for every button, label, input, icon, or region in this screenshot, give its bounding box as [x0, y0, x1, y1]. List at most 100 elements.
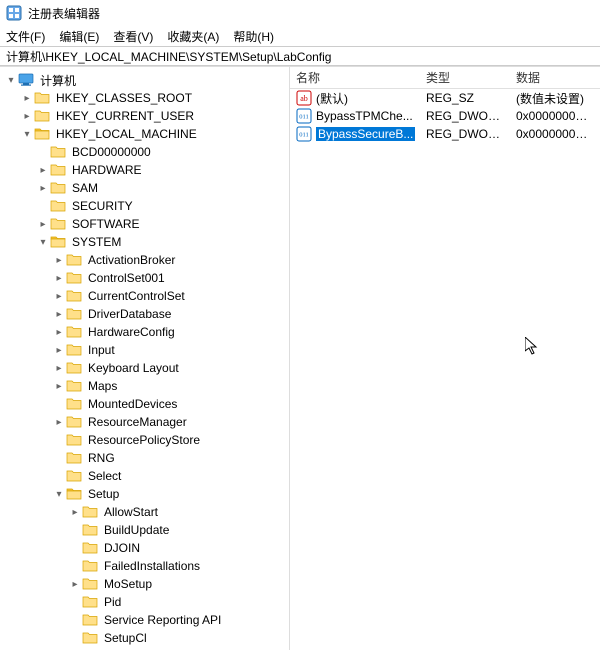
value-name: BypassTPMChe...: [316, 109, 413, 123]
tree-label: HardwareConfig: [86, 325, 177, 339]
col-header-data[interactable]: 数据: [510, 69, 600, 86]
tree-label: SECURITY: [70, 199, 135, 213]
tree-item[interactable]: ▸ SAM: [36, 179, 289, 197]
folder-icon: [82, 612, 98, 628]
tree-label: HKEY_LOCAL_MACHINE: [54, 127, 199, 141]
tree-setup[interactable]: ▾ Setup: [52, 485, 289, 503]
chevron-right-icon[interactable]: ▸: [52, 271, 66, 285]
tree-item[interactable]: Select: [52, 467, 289, 485]
tree-root-computer[interactable]: ▾ 计算机: [4, 71, 289, 89]
menu-help[interactable]: 帮助(H): [231, 28, 276, 45]
chevron-right-icon[interactable]: ▸: [68, 505, 82, 519]
tree-item[interactable]: ▸Keyboard Layout: [52, 359, 289, 377]
chevron-right-icon[interactable]: ▸: [68, 577, 82, 591]
menu-view[interactable]: 查看(V): [111, 28, 155, 45]
registry-tree[interactable]: ▾ 计算机 ▸ HKEY_CLASSES_ROOT ▸ HKEY_CURRENT…: [0, 67, 290, 650]
tree-item[interactable]: ▸ HardwareConfig: [52, 323, 289, 341]
folder-icon: [66, 378, 82, 394]
chevron-down-icon[interactable]: ▾: [4, 73, 18, 87]
chevron-right-icon[interactable]: ▸: [52, 379, 66, 393]
value-row[interactable]: BypassTPMChe...REG_DWORD0x00000001 (1): [290, 107, 600, 125]
folder-icon: [34, 108, 50, 124]
value-row[interactable]: BypassSecureB...REG_DWORD0x00000001 (1): [290, 125, 600, 143]
value-name-cell: BypassSecureB...: [290, 126, 420, 142]
tree-item[interactable]: ▸Maps: [52, 377, 289, 395]
chevron-right-icon[interactable]: ▸: [52, 361, 66, 375]
chevron-right-icon[interactable]: ▸: [20, 109, 34, 123]
tree-item[interactable]: ▸ActivationBroker: [52, 251, 289, 269]
chevron-down-icon[interactable]: ▾: [20, 127, 34, 141]
folder-icon: [66, 414, 82, 430]
col-header-type[interactable]: 类型: [420, 69, 510, 86]
tree-item[interactable]: MountedDevices: [52, 395, 289, 413]
folder-icon: [66, 342, 82, 358]
tree-item[interactable]: Service Reporting API: [68, 611, 289, 629]
tree-hkcu[interactable]: ▸ HKEY_CURRENT_USER: [20, 107, 289, 125]
tree-label: MountedDevices: [86, 397, 179, 411]
tree-item[interactable]: ResourcePolicyStore: [52, 431, 289, 449]
address-bar[interactable]: 计算机\HKEY_LOCAL_MACHINE\SYSTEM\Setup\LabC…: [0, 46, 600, 66]
tree-item[interactable]: ▸SOFTWARE: [36, 215, 289, 233]
chevron-right-icon[interactable]: ▸: [52, 253, 66, 267]
chevron-right-icon[interactable]: ▸: [20, 91, 34, 105]
tree-item[interactable]: FailedInstallations: [68, 557, 289, 575]
folder-icon: [82, 558, 98, 574]
menu-edit[interactable]: 编辑(E): [57, 28, 101, 45]
tree-item[interactable]: SetupCl: [68, 629, 289, 647]
folder-open-icon: [50, 234, 66, 250]
tree-item[interactable]: ▸AllowStart: [68, 503, 289, 521]
tree-item[interactable]: RNG: [52, 449, 289, 467]
chevron-down-icon[interactable]: ▾: [36, 235, 50, 249]
tree-item[interactable]: ▸CurrentControlSet: [52, 287, 289, 305]
tree-system[interactable]: ▾SYSTEM: [36, 233, 289, 251]
folder-icon: [66, 324, 82, 340]
tree-item[interactable]: SECURITY: [36, 197, 289, 215]
folder-icon: [82, 504, 98, 520]
tree-item[interactable]: DJOIN: [68, 539, 289, 557]
reg-dword-icon: [296, 108, 312, 124]
tree-label: SetupCl: [102, 631, 149, 645]
tree-label: ResourceManager: [86, 415, 189, 429]
value-name-cell: (默认): [290, 90, 420, 107]
chevron-right-icon[interactable]: ▸: [52, 415, 66, 429]
value-data: (数值未设置): [510, 90, 600, 107]
chevron-right-icon[interactable]: ▸: [52, 307, 66, 321]
tree-item[interactable]: ▸ControlSet001: [52, 269, 289, 287]
menu-favorites[interactable]: 收藏夹(A): [165, 28, 221, 45]
tree-label: FailedInstallations: [102, 559, 202, 573]
folder-icon: [50, 144, 66, 160]
folder-icon: [66, 270, 82, 286]
tree-hkcr[interactable]: ▸ HKEY_CLASSES_ROOT: [20, 89, 289, 107]
tree-label: HKEY_CURRENT_USER: [54, 109, 196, 123]
chevron-right-icon[interactable]: ▸: [36, 217, 50, 231]
chevron-right-icon[interactable]: ▸: [52, 343, 66, 357]
tree-label: DriverDatabase: [86, 307, 173, 321]
tree-item[interactable]: Pid: [68, 593, 289, 611]
chevron-right-icon[interactable]: ▸: [36, 181, 50, 195]
tree-item[interactable]: ▸ DriverDatabase: [52, 305, 289, 323]
menu-file[interactable]: 文件(F): [4, 28, 47, 45]
window-title: 注册表编辑器: [28, 5, 100, 22]
chevron-right-icon[interactable]: ▸: [36, 163, 50, 177]
chevron-down-icon[interactable]: ▾: [52, 487, 66, 501]
tree-item[interactable]: ▸MoSetup: [68, 575, 289, 593]
menu-bar: 文件(F) 编辑(E) 查看(V) 收藏夹(A) 帮助(H): [0, 26, 600, 46]
tree-item[interactable]: BuildUpdate: [68, 521, 289, 539]
tree-item[interactable]: ▸HARDWARE: [36, 161, 289, 179]
tree-label: 计算机: [38, 72, 78, 89]
reg-string-icon: [296, 90, 312, 106]
tree-label: Setup: [86, 487, 121, 501]
folder-icon: [66, 288, 82, 304]
tree-item[interactable]: BCD00000000: [36, 143, 289, 161]
col-header-name[interactable]: 名称: [290, 69, 420, 86]
chevron-right-icon[interactable]: ▸: [52, 289, 66, 303]
values-list[interactable]: 名称 类型 数据 (默认)REG_SZ(数值未设置)BypassTPMChe..…: [290, 67, 600, 650]
value-row[interactable]: (默认)REG_SZ(数值未设置): [290, 89, 600, 107]
folder-icon: [50, 198, 66, 214]
tree-hklm[interactable]: ▾ HKEY_LOCAL_MACHINE: [20, 125, 289, 143]
tree-label: SAM: [70, 181, 100, 195]
tree-item[interactable]: ▸Input: [52, 341, 289, 359]
tree-item[interactable]: ▸ ResourceManager: [52, 413, 289, 431]
tree-label: ResourcePolicyStore: [86, 433, 202, 447]
chevron-right-icon[interactable]: ▸: [52, 325, 66, 339]
